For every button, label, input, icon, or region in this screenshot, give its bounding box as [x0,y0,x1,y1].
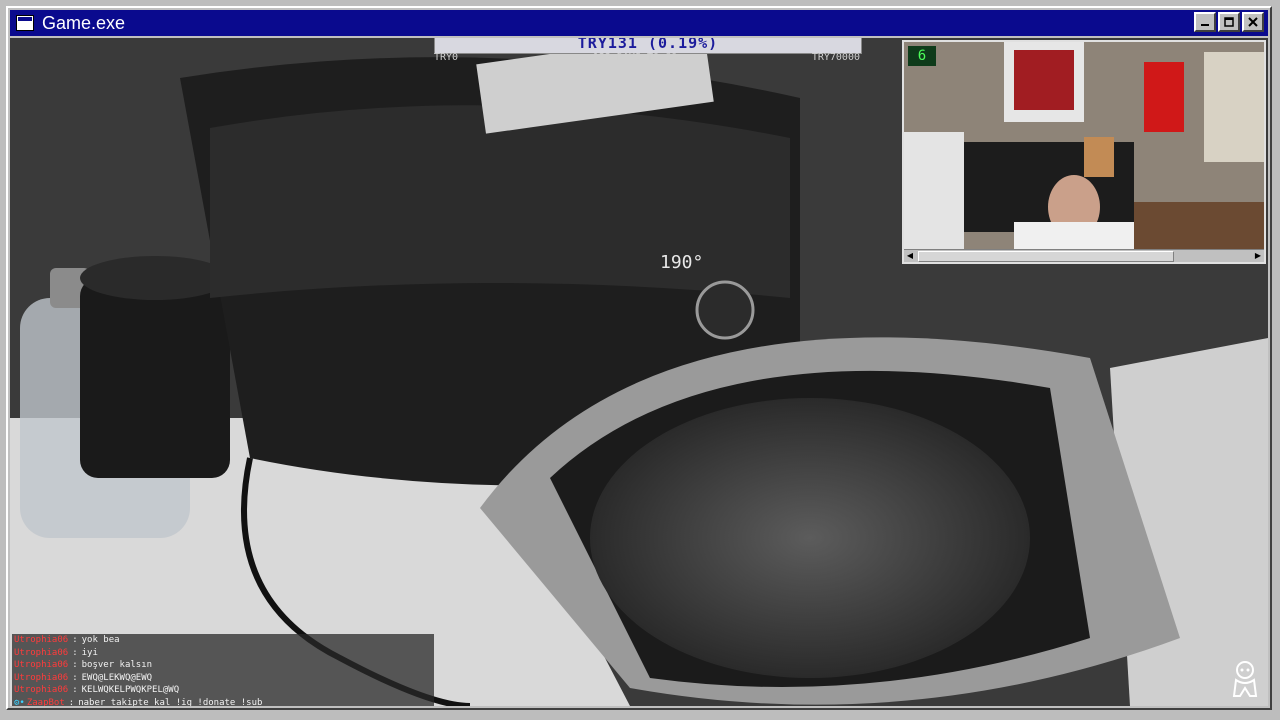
bot-badge-icon: ⚙• [14,697,25,706]
maximize-icon [1224,17,1234,27]
chat-overlay: Utrophia06 : yok bea Utrophia06 : iyi Ut… [12,634,434,706]
goal-max-label: TRY70000 [811,52,860,63]
minimize-icon [1201,24,1209,26]
chat-username: Utrophia06 [14,635,69,646]
goal-min-label: TRY0 [434,52,459,63]
chat-message: Utrophia06 : iyi [12,647,434,660]
chat-text: EWQ@LEKWQ@EWQ [81,672,153,683]
chat-username: Utrophia06 [14,685,69,696]
chat-message: Utrophia06 : EWQ@LEKWQ@EWQ [12,672,434,685]
chat-separator: : [72,685,78,696]
webcam-feed: 6 ◀ ▶ [902,40,1266,264]
chat-text: naber takipte kal !ig !donate !sub [78,697,263,706]
webcam-badge: 6 [908,46,936,66]
close-button[interactable] [1242,12,1264,32]
chat-separator: : [72,647,78,658]
stream-video: 190° TRY131 (0.19%) TRY0 123 DAYS TO GO … [10,38,1268,706]
chat-separator: : [72,672,78,683]
scroll-right-icon[interactable]: ▶ [1252,250,1264,261]
chat-username: ZaapBot [26,697,65,706]
chat-username: Utrophia06 [14,672,69,683]
chat-text: boşver kalsın [81,660,153,671]
title-bar[interactable]: Game.exe [10,10,1268,36]
maximize-button[interactable] [1218,12,1240,32]
chat-separator: : [68,697,75,706]
game-window: Game.exe 190° TRY131 (0.19%) TRY0 123 DA… [6,6,1272,710]
chat-message: ⚙• ZaapBot : naber takipte kal !ig !dona… [12,697,434,706]
chat-text: iyi [81,647,98,658]
webcam-scrollbar[interactable]: ◀ ▶ [904,249,1264,262]
svg-text:190°: 190° [660,252,703,273]
goal-days-label: 123 DAYS TO GO [592,52,678,63]
minimize-button[interactable] [1194,12,1216,32]
chat-text: yok bea [81,635,120,646]
chat-message: Utrophia06 : KELWQKELPWQKPEL@WQ [12,684,434,697]
mascot-logo-icon [1232,661,1258,697]
chat-message: Utrophia06 : boşver kalsın [12,659,434,672]
scroll-thumb[interactable] [918,251,1174,262]
chat-username: Utrophia06 [14,660,69,671]
chat-message: Utrophia06 : yok bea [12,634,434,647]
donation-goal-bar: TRY0 123 DAYS TO GO TRY70000 [434,52,860,66]
window-icon [16,15,34,31]
webcam-image [904,42,1264,250]
scroll-left-icon[interactable]: ◀ [904,250,916,261]
window-title: Game.exe [42,12,126,33]
chat-separator: : [72,635,78,646]
chat-username: Utrophia06 [14,647,69,658]
window-controls [1194,12,1264,32]
chat-text: KELWQKELPWQKPEL@WQ [81,685,180,696]
chat-separator: : [72,660,78,671]
close-icon [1248,17,1258,27]
